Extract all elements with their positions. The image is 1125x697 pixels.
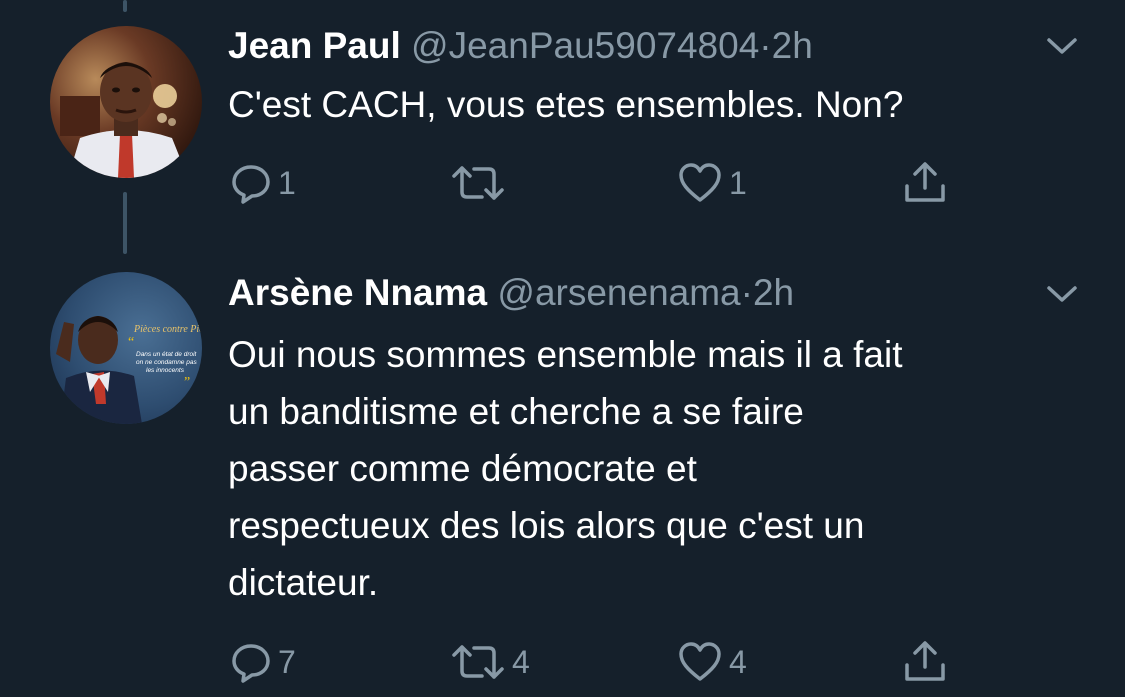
share-button[interactable] (902, 637, 948, 687)
author-handle[interactable]: @JeanPau59074804 (411, 25, 759, 66)
like-button[interactable]: 4 (677, 637, 747, 687)
tweet-header: Arsène Nnama @arsenenama·2h (228, 271, 794, 315)
separator-dot: · (740, 272, 753, 313)
avatar-banner-line3: les innocents (146, 367, 185, 374)
like-count: 4 (729, 643, 747, 680)
tweet-header: Jean Paul @JeanPau59074804·2h (228, 24, 813, 68)
author-name[interactable]: Arsène Nnama (228, 272, 487, 313)
author-handle[interactable]: @arsenenama (497, 272, 740, 313)
reply-count: 1 (278, 164, 296, 201)
timestamp[interactable]: 2h (753, 272, 794, 313)
heart-icon (679, 163, 721, 202)
tweet-text: C'est CACH, vous etes ensembles. Non? (228, 84, 904, 125)
share-icon (905, 641, 945, 681)
like-button[interactable]: 1 (677, 158, 747, 208)
avatar-photo: Pièces contre Pièces “ Dans un état de d… (50, 272, 202, 424)
more-options-button[interactable] (1044, 282, 1080, 306)
avatar[interactable]: Pièces contre Pièces “ Dans un état de d… (50, 272, 202, 424)
share-button[interactable] (902, 158, 948, 208)
thread-line-connector (123, 192, 127, 254)
avatar-photo (50, 26, 202, 178)
avatar-quote-close: ” (184, 375, 190, 390)
thread-line-top (123, 0, 127, 12)
heart-icon (679, 642, 721, 681)
reply-button[interactable]: 7 (230, 637, 296, 687)
timestamp[interactable]: 2h (772, 25, 813, 66)
retweet-button[interactable] (450, 158, 512, 208)
tweet-thread: Jean Paul @JeanPau59074804·2h C'est CACH… (0, 0, 1125, 697)
retweet-button[interactable]: 4 (450, 637, 530, 687)
reply-icon (232, 644, 270, 683)
retweet-icon (452, 645, 504, 679)
author-name[interactable]: Jean Paul (228, 25, 401, 66)
reply-count: 7 (278, 643, 296, 680)
separator-dot: · (759, 25, 772, 66)
chevron-down-icon (1047, 38, 1077, 54)
reply-button[interactable]: 1 (230, 158, 296, 208)
tweet-text: Oui nous sommes ensemble mais il a fait … (228, 334, 903, 603)
avatar-quote-open: “ (128, 335, 134, 350)
retweet-icon (452, 166, 504, 200)
avatar-banner-title: Pièces contre Pièces (133, 324, 202, 335)
share-icon (905, 162, 945, 202)
avatar[interactable] (50, 26, 202, 178)
reply-icon (232, 165, 270, 204)
retweet-count: 4 (512, 643, 530, 680)
like-count: 1 (729, 164, 747, 201)
avatar-banner-line1: Dans un état de droit (136, 351, 198, 358)
more-options-button[interactable] (1044, 34, 1080, 58)
chevron-down-icon (1047, 286, 1077, 302)
avatar-banner-line2: on ne condamne pas (136, 359, 197, 366)
